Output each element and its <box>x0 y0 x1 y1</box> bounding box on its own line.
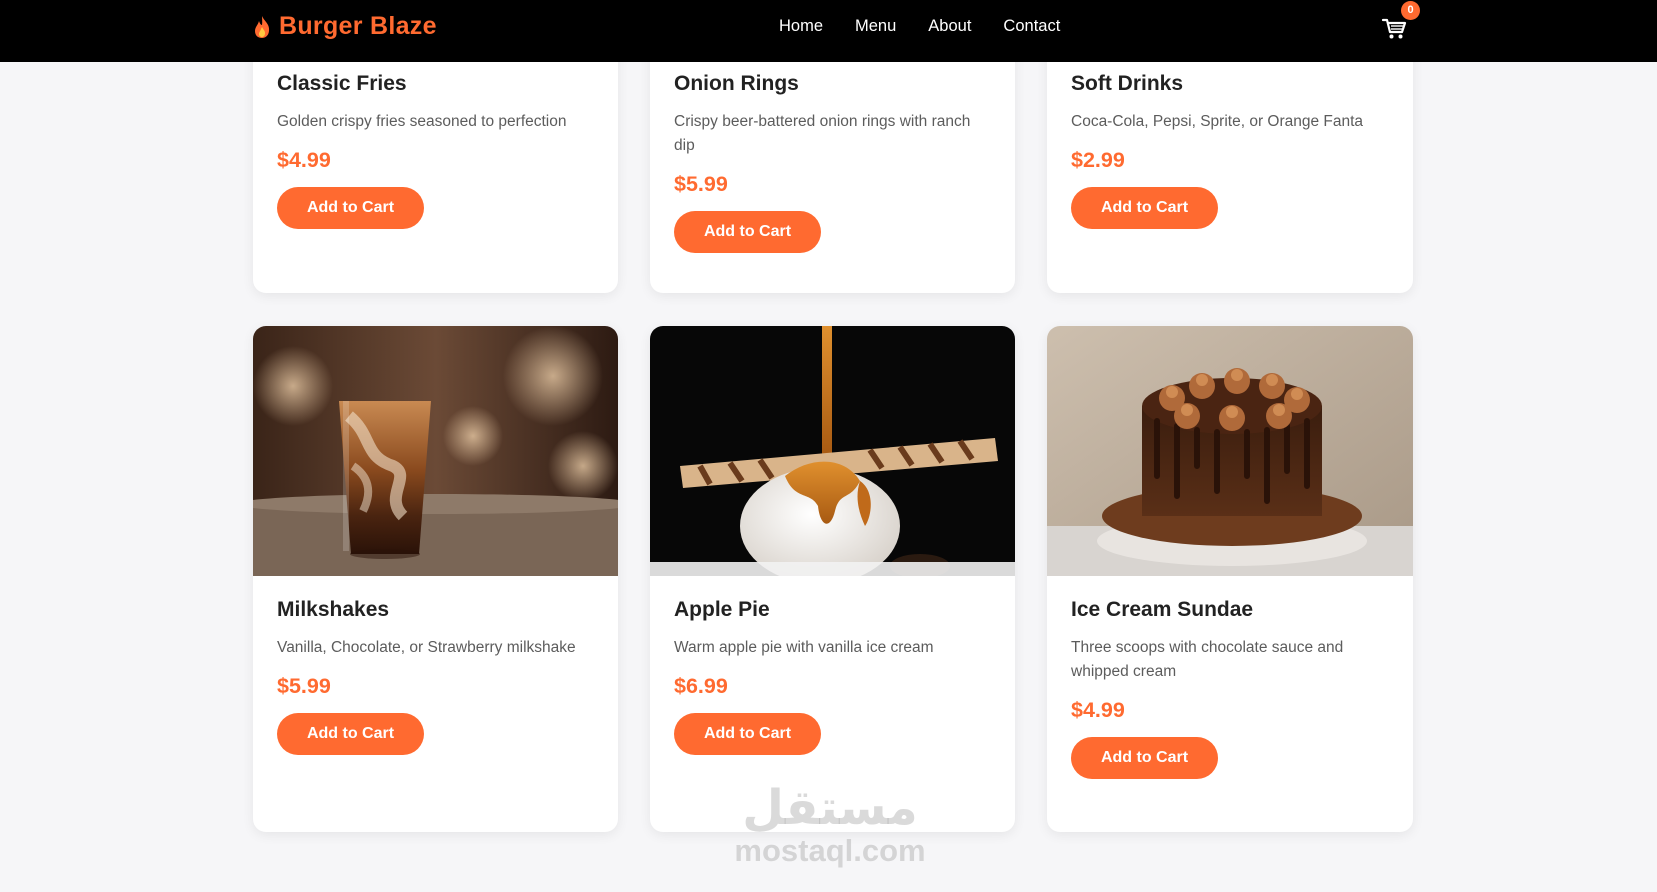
ice-cream-sundae-image <box>1047 326 1413 576</box>
card-price: $2.99 <box>1071 148 1125 172</box>
add-to-cart-button[interactable]: Add to Cart <box>1071 187 1218 229</box>
card-title: Ice Cream Sundae <box>1071 598 1254 621</box>
cart-count-badge: 0 <box>1401 1 1420 20</box>
navbar: Burger Blaze Home Menu About Contact 0 <box>0 0 1657 62</box>
card-body: Soft Drinks Coca-Cola, Pepsi, Sprite, or… <box>1071 72 1389 229</box>
main-nav: Home Menu About Contact <box>779 17 1060 36</box>
card-price: $5.99 <box>277 674 331 698</box>
watermark-latin: mostaql.com <box>734 833 926 868</box>
nav-link-menu[interactable]: Menu <box>855 17 896 36</box>
add-to-cart-button[interactable]: Add to Cart <box>674 211 821 253</box>
milkshake-image <box>253 326 618 576</box>
card-title: Soft Drinks <box>1071 72 1184 95</box>
card-description: Three scoops with chocolate sauce and wh… <box>1071 639 1344 680</box>
card-body: Classic Fries Golden crispy fries season… <box>277 72 594 229</box>
card-description: Golden crispy fries seasoned to perfecti… <box>277 113 567 130</box>
menu-card-apple-pie: Apple Pie Warm apple pie with vanilla ic… <box>650 326 1015 832</box>
card-description: Coca-Cola, Pepsi, Sprite, or Orange Fant… <box>1071 113 1364 130</box>
shopping-cart-icon[interactable] <box>1381 15 1407 41</box>
add-to-cart-button[interactable]: Add to Cart <box>277 713 424 755</box>
card-body: Onion Rings Crispy beer-battered onion r… <box>674 72 991 253</box>
card-price: $4.99 <box>1071 698 1125 722</box>
apple-pie-image <box>650 326 1015 576</box>
flame-icon <box>255 15 270 38</box>
card-title: Apple Pie <box>674 598 770 621</box>
nav-link-home[interactable]: Home <box>779 17 823 36</box>
card-body: Ice Cream Sundae Three scoops with choco… <box>1071 598 1389 779</box>
card-price: $5.99 <box>674 172 728 196</box>
card-body: Milkshakes Vanilla, Chocolate, or Strawb… <box>277 598 594 755</box>
card-title: Onion Rings <box>674 72 799 95</box>
card-body: Apple Pie Warm apple pie with vanilla ic… <box>674 598 991 755</box>
brand-logo[interactable]: Burger Blaze <box>253 12 437 41</box>
card-description: Crispy beer-battered onion rings with ra… <box>674 113 971 154</box>
add-to-cart-button[interactable]: Add to Cart <box>674 713 821 755</box>
add-to-cart-button[interactable]: Add to Cart <box>1071 737 1218 779</box>
card-price: $4.99 <box>277 148 331 172</box>
card-price: $6.99 <box>674 674 728 698</box>
nav-link-contact[interactable]: Contact <box>1003 17 1060 36</box>
card-title: Classic Fries <box>277 72 407 95</box>
menu-card-milkshakes: Milkshakes Vanilla, Chocolate, or Strawb… <box>253 326 618 832</box>
add-to-cart-button[interactable]: Add to Cart <box>277 187 424 229</box>
card-description: Warm apple pie with vanilla ice cream <box>674 639 934 656</box>
card-description: Vanilla, Chocolate, or Strawberry milksh… <box>277 639 576 656</box>
brand-name: Burger Blaze <box>279 12 437 40</box>
menu-card-ice-cream-sundae: Ice Cream Sundae Three scoops with choco… <box>1047 326 1413 832</box>
card-title: Milkshakes <box>277 598 390 621</box>
nav-link-about[interactable]: About <box>928 17 971 36</box>
